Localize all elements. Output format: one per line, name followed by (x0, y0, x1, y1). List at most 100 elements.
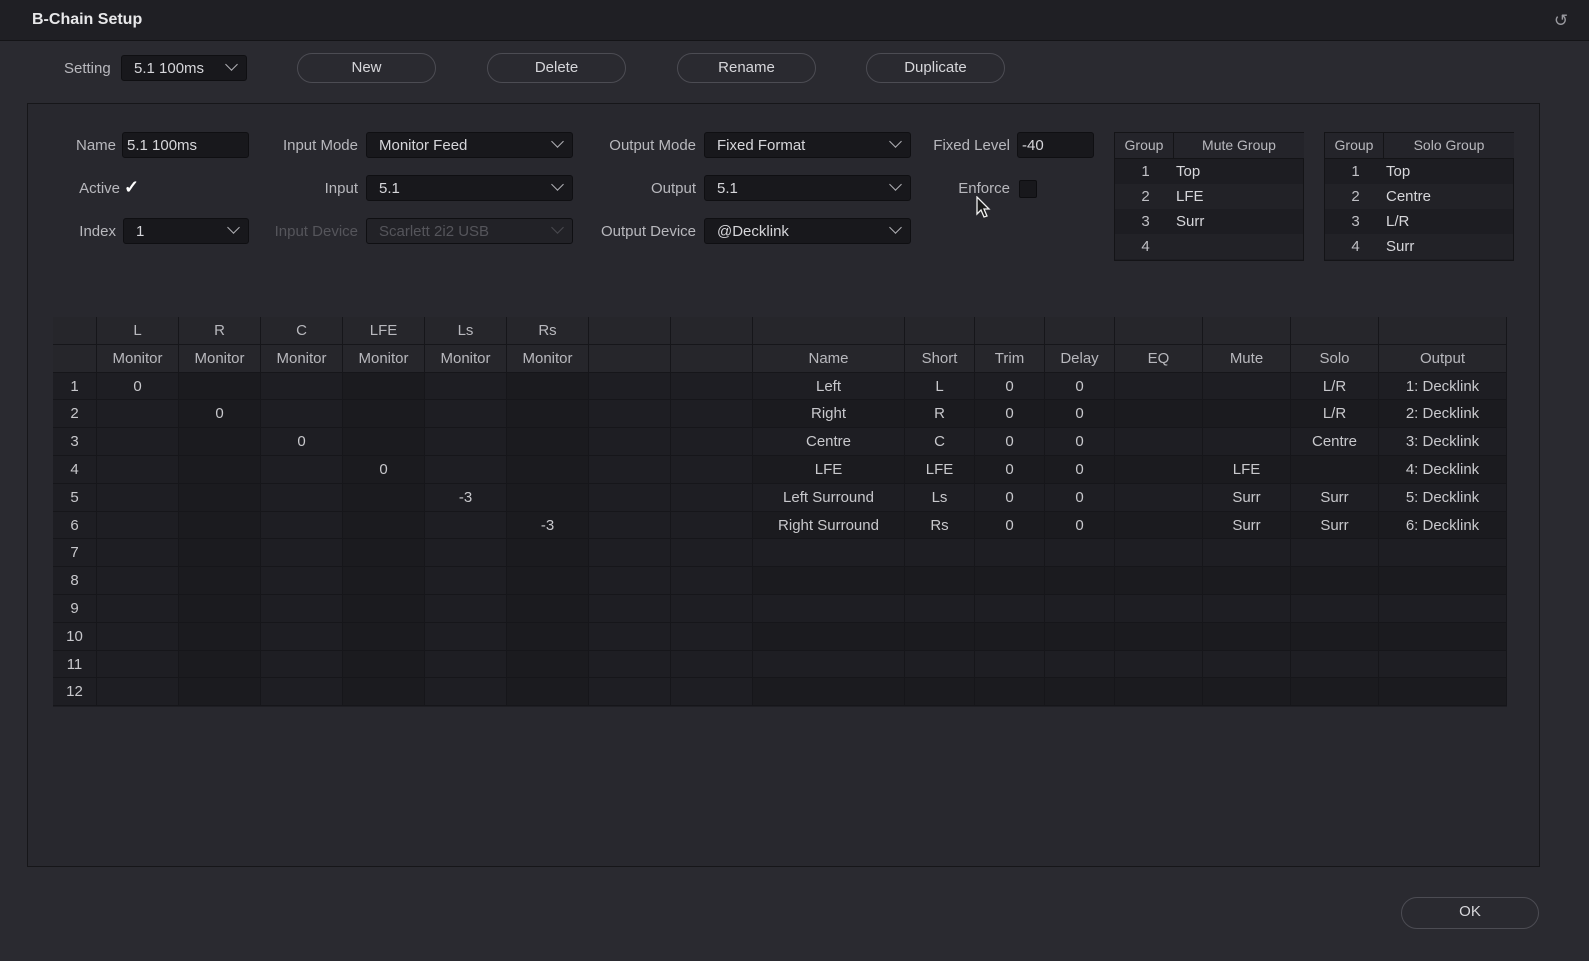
matrix-cell[interactable] (507, 678, 589, 707)
output-cell[interactable] (1115, 650, 1203, 679)
matrix-cell[interactable] (343, 678, 425, 707)
matrix-cell[interactable] (343, 622, 425, 651)
output-cell[interactable]: Surr (1291, 483, 1379, 512)
matrix-cell[interactable] (97, 428, 179, 456)
matrix-cell[interactable] (671, 650, 753, 679)
output-cell[interactable] (1379, 567, 1507, 595)
output-cell[interactable]: L/R (1291, 372, 1379, 401)
solo-group-row[interactable]: 2 Centre (1325, 184, 1513, 209)
matrix-cell[interactable] (261, 400, 343, 429)
matrix-cell[interactable] (425, 595, 507, 623)
output-cell[interactable] (1203, 595, 1291, 623)
mute-group-row[interactable]: 2 LFE (1115, 184, 1303, 209)
matrix-cell[interactable] (671, 567, 753, 595)
matrix-cell[interactable] (97, 567, 179, 595)
matrix-cell[interactable] (179, 511, 261, 540)
duplicate-button[interactable]: Duplicate (866, 53, 1005, 83)
matrix-cell[interactable] (261, 595, 343, 623)
matrix-cell[interactable] (179, 567, 261, 595)
matrix-cell[interactable] (589, 372, 671, 401)
matrix-cell[interactable] (589, 511, 671, 540)
output-cell[interactable] (1291, 456, 1379, 484)
matrix-cell[interactable] (507, 372, 589, 401)
active-checkbox[interactable]: ✓ (124, 177, 139, 198)
output-cell[interactable]: R (905, 400, 975, 429)
matrix-cell[interactable] (589, 622, 671, 651)
input-mode-select[interactable]: Monitor Feed (366, 132, 573, 158)
output-cell[interactable]: 0 (975, 400, 1045, 429)
output-cell[interactable] (905, 539, 975, 568)
output-cell[interactable] (1203, 567, 1291, 595)
matrix-cell[interactable] (671, 456, 753, 484)
output-cell[interactable] (975, 622, 1045, 651)
output-select[interactable]: 5.1 (704, 175, 911, 201)
output-cell[interactable] (1115, 483, 1203, 512)
matrix-cell[interactable] (261, 567, 343, 595)
output-cell[interactable]: L/R (1291, 400, 1379, 429)
matrix-cell[interactable] (425, 511, 507, 540)
matrix-cell[interactable] (671, 678, 753, 707)
output-cell[interactable] (1291, 595, 1379, 623)
output-cell[interactable] (1379, 539, 1507, 568)
matrix-cell[interactable] (343, 539, 425, 568)
matrix-cell[interactable] (179, 595, 261, 623)
output-cell[interactable] (1291, 539, 1379, 568)
output-cell[interactable] (1203, 539, 1291, 568)
matrix-cell[interactable] (507, 567, 589, 595)
matrix-cell[interactable] (179, 428, 261, 456)
matrix-cell[interactable] (179, 650, 261, 679)
output-cell[interactable]: LFE (905, 456, 975, 484)
matrix-cell[interactable]: -3 (425, 483, 507, 512)
output-cell[interactable]: 2: Decklink (1379, 400, 1507, 429)
matrix-cell[interactable] (343, 428, 425, 456)
matrix-cell[interactable] (179, 372, 261, 401)
output-cell[interactable] (1045, 650, 1115, 679)
output-cell[interactable]: 6: Decklink (1379, 511, 1507, 540)
output-cell[interactable] (975, 678, 1045, 707)
matrix-cell[interactable] (507, 650, 589, 679)
output-cell[interactable] (1115, 567, 1203, 595)
matrix-cell[interactable] (425, 456, 507, 484)
output-cell[interactable] (1291, 678, 1379, 707)
output-cell[interactable]: Surr (1203, 511, 1291, 540)
output-cell[interactable] (975, 650, 1045, 679)
matrix-cell[interactable] (179, 483, 261, 512)
delete-button[interactable]: Delete (487, 53, 626, 83)
output-cell[interactable]: 4: Decklink (1379, 456, 1507, 484)
matrix-cell[interactable] (261, 622, 343, 651)
matrix-cell[interactable] (671, 372, 753, 401)
output-mode-select[interactable]: Fixed Format (704, 132, 911, 158)
matrix-cell[interactable] (261, 539, 343, 568)
output-cell[interactable] (975, 539, 1045, 568)
matrix-cell[interactable] (507, 483, 589, 512)
matrix-cell[interactable] (97, 483, 179, 512)
matrix-cell[interactable] (343, 400, 425, 429)
matrix-cell[interactable] (671, 595, 753, 623)
matrix-cell[interactable] (97, 400, 179, 429)
output-cell[interactable] (1291, 650, 1379, 679)
output-cell[interactable] (1045, 539, 1115, 568)
mute-group-row[interactable]: 3 Surr (1115, 209, 1303, 234)
output-cell[interactable] (1203, 678, 1291, 707)
matrix-cell[interactable]: 0 (261, 428, 343, 456)
matrix-cell[interactable] (261, 511, 343, 540)
output-cell[interactable] (975, 595, 1045, 623)
index-select[interactable]: 1 (123, 218, 249, 244)
output-cell[interactable]: C (905, 428, 975, 456)
output-cell[interactable] (1115, 511, 1203, 540)
output-cell[interactable] (1203, 428, 1291, 456)
output-cell[interactable]: 0 (975, 456, 1045, 484)
matrix-cell[interactable]: 0 (343, 456, 425, 484)
output-cell[interactable] (1379, 678, 1507, 707)
matrix-cell[interactable] (425, 567, 507, 595)
output-cell[interactable] (1045, 567, 1115, 595)
matrix-cell[interactable] (261, 678, 343, 707)
mute-group-row[interactable]: 4 (1115, 234, 1303, 259)
matrix-cell[interactable] (343, 595, 425, 623)
matrix-cell[interactable] (261, 372, 343, 401)
matrix-cell[interactable] (425, 539, 507, 568)
output-cell[interactable]: 0 (1045, 372, 1115, 401)
output-cell[interactable] (1115, 456, 1203, 484)
output-cell[interactable] (1045, 595, 1115, 623)
matrix-cell[interactable] (425, 622, 507, 651)
